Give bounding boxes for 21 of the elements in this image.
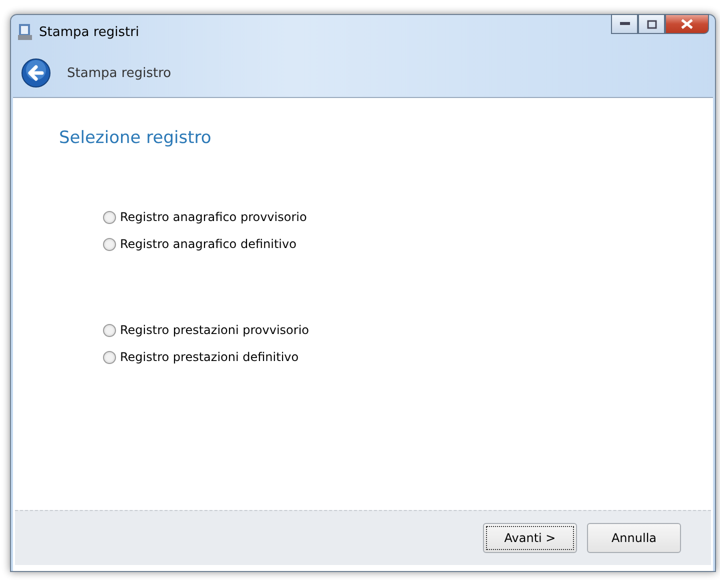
back-icon[interactable] [21, 58, 51, 88]
radio-option[interactable]: Registro prestazioni provvisorio [103, 323, 309, 337]
radio-option[interactable]: Registro anagrafico provvisorio [103, 210, 307, 224]
window-title: Stampa registri [39, 24, 140, 40]
close-icon [681, 19, 693, 29]
radio-icon[interactable] [103, 238, 116, 250]
radio-icon[interactable] [103, 210, 116, 224]
minimize-icon [620, 22, 630, 26]
printer-icon [17, 23, 33, 41]
page-title: Selezione registro [59, 128, 212, 148]
dialog-button[interactable]: Annulla [587, 523, 681, 553]
radio-icon[interactable] [103, 324, 116, 336]
maximize-button[interactable] [638, 14, 665, 34]
minimize-button[interactable] [611, 14, 638, 34]
radio-option[interactable]: Registro prestazioni definitivo [103, 350, 299, 364]
close-button[interactable] [665, 14, 709, 34]
dialog-button[interactable]: Avanti > [483, 523, 577, 553]
radio-option[interactable]: Registro anagrafico definitivo [103, 237, 296, 251]
maximize-icon [646, 20, 656, 28]
radio-icon[interactable] [103, 350, 116, 364]
header-title: Stampa registro [67, 66, 172, 80]
